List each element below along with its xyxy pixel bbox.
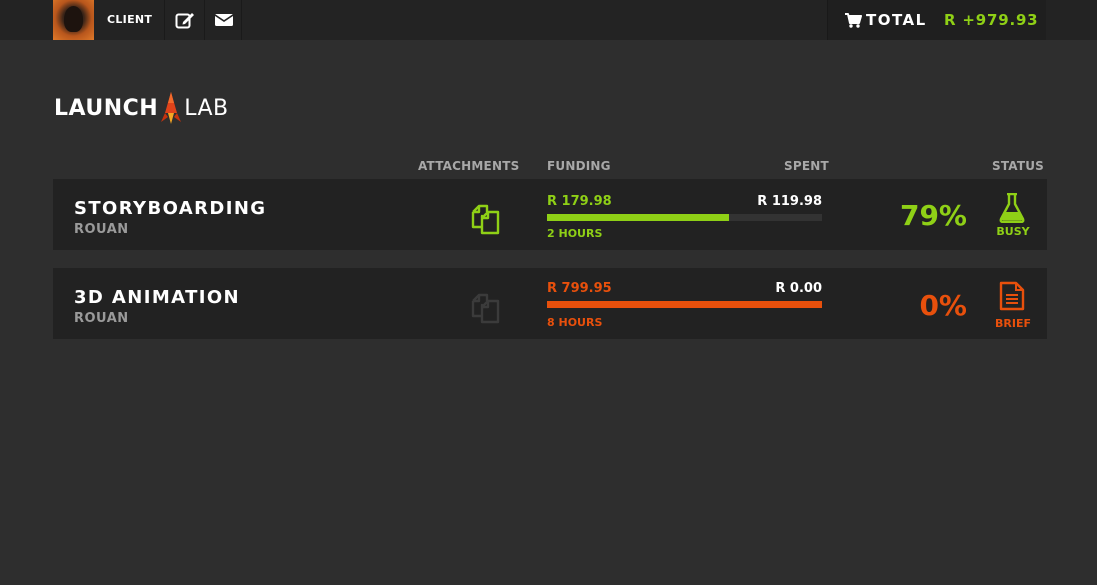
divider — [164, 0, 165, 40]
rocket-icon — [161, 92, 182, 124]
attachments-icon[interactable] — [470, 203, 502, 235]
edit-icon — [175, 13, 194, 29]
logo-text-launch: LAUNCH — [54, 95, 159, 121]
column-header-spent: SPENT — [784, 159, 829, 173]
divider — [241, 0, 242, 40]
project-title[interactable]: STORYBOARDING — [74, 198, 266, 219]
document-icon — [999, 281, 1025, 311]
budget-progress-fill — [547, 301, 822, 308]
status-label: BUSY — [996, 225, 1030, 238]
top-bar: CLIENT TOTAL R +979.93 — [0, 0, 1097, 40]
launchlab-logo[interactable]: LAUNCH LAB — [54, 90, 229, 126]
project-row[interactable]: STORYBOARDING ROUAN R 179.98 R 119.98 2 … — [53, 179, 1047, 250]
budget-progress-bar — [547, 214, 822, 221]
attachments-icon[interactable] — [470, 292, 502, 324]
column-header-funding: FUNDING — [547, 159, 611, 173]
project-owner: ROUAN — [74, 222, 129, 237]
mail-button[interactable] — [205, 0, 243, 40]
funding-value: R 799.95 — [547, 281, 612, 296]
hours-value: 8 HOURS — [547, 316, 603, 329]
progress-percent: 0% — [919, 289, 967, 322]
column-header-attachments: ATTACHMENTS — [418, 159, 520, 173]
budget-progress-bar — [547, 301, 822, 308]
total-value: R +979.93 — [944, 11, 1039, 29]
project-row[interactable]: 3D ANIMATION ROUAN R 799.95 R 0.00 8 HOU… — [53, 268, 1047, 339]
avatar[interactable] — [53, 0, 94, 40]
column-header-status: STATUS — [992, 159, 1045, 173]
budget-progress-fill — [547, 214, 729, 221]
client-label[interactable]: CLIENT — [107, 13, 152, 26]
spent-value: R 119.98 — [757, 194, 822, 209]
spent-value: R 0.00 — [775, 281, 822, 296]
logo-text-lab: LAB — [184, 95, 229, 121]
project-title[interactable]: 3D ANIMATION — [74, 287, 240, 308]
progress-percent: 79% — [899, 199, 967, 232]
edit-button[interactable] — [166, 0, 204, 40]
cart-total[interactable]: TOTAL R +979.93 — [827, 0, 1046, 40]
shopping-cart-icon — [845, 13, 862, 28]
flask-icon — [999, 193, 1025, 223]
project-owner: ROUAN — [74, 311, 129, 326]
total-label: TOTAL — [866, 11, 927, 29]
status-label: BRIEF — [995, 317, 1031, 330]
hours-value: 2 HOURS — [547, 227, 603, 240]
funding-value: R 179.98 — [547, 194, 612, 209]
envelope-icon — [215, 14, 233, 26]
